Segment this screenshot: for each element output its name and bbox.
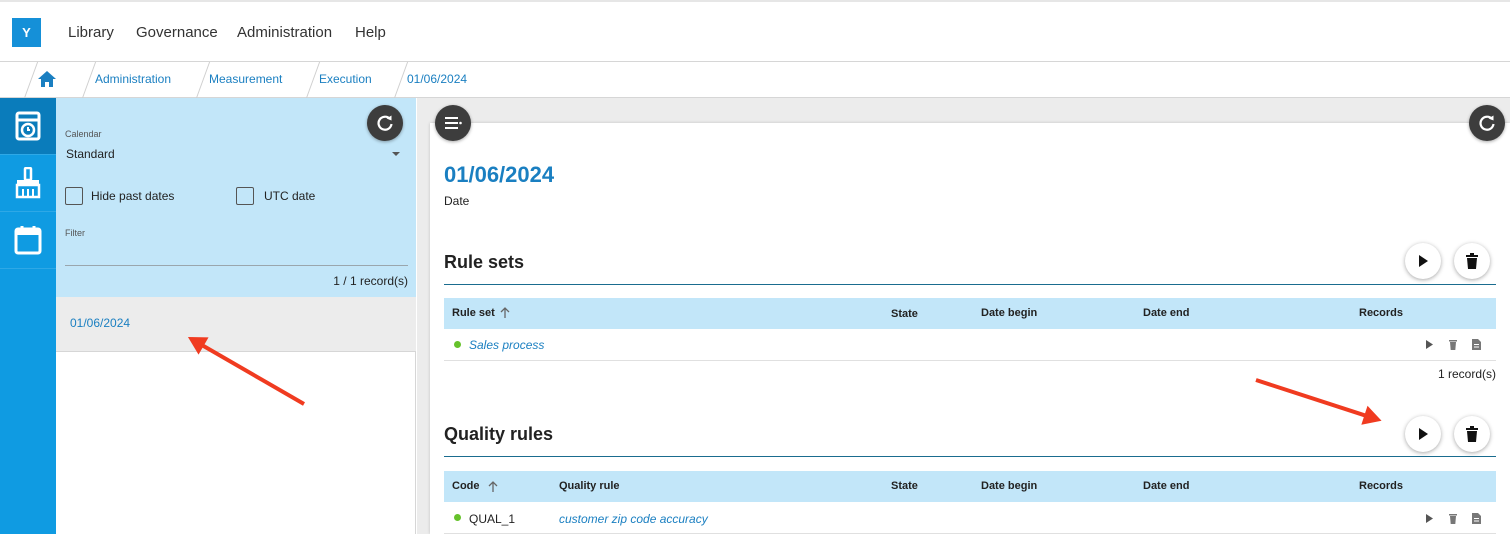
calendar-select[interactable]: Standard	[66, 147, 115, 161]
rail-calendar[interactable]	[0, 212, 56, 269]
date-list-panel: Calendar Standard Hide past dates UTC da…	[56, 98, 416, 534]
run-rule-sets-button[interactable]	[1405, 243, 1441, 279]
column-date-end[interactable]: Date end	[1143, 480, 1189, 492]
calendar-icon	[14, 226, 42, 255]
rail-cleanup[interactable]	[0, 155, 56, 212]
play-icon	[1419, 255, 1428, 267]
rule-sets-record-count: 1 record(s)	[1437, 367, 1496, 381]
breadcrumb-administration[interactable]: Administration	[95, 72, 171, 86]
trash-icon	[1449, 340, 1457, 350]
delete-rule-sets-button[interactable]	[1454, 243, 1490, 279]
column-code[interactable]: Code	[452, 480, 480, 492]
column-quality-rule[interactable]: Quality rule	[559, 480, 620, 492]
delete-quality-rules-button[interactable]	[1454, 416, 1490, 452]
page-title: 01/06/2024	[444, 162, 555, 187]
status-dot	[454, 514, 461, 521]
column-date-begin[interactable]: Date begin	[981, 480, 1037, 492]
column-records[interactable]: Records	[1359, 480, 1403, 492]
play-icon	[1426, 340, 1433, 349]
nav-administration[interactable]: Administration	[237, 24, 332, 41]
utc-date-checkbox[interactable]	[236, 187, 254, 205]
breadcrumb-execution[interactable]: Execution	[319, 72, 372, 86]
breadcrumb-measurement[interactable]: Measurement	[209, 72, 282, 86]
quality-rules-heading: Quality rules	[444, 424, 554, 444]
hide-past-dates-checkbox[interactable]	[65, 187, 83, 205]
broom-icon	[15, 167, 41, 199]
play-icon	[1426, 514, 1433, 523]
filter-area: Calendar Standard Hide past dates UTC da…	[56, 98, 416, 297]
menu-button[interactable]	[435, 105, 471, 141]
document-icon	[1472, 513, 1481, 524]
trash-icon	[1466, 426, 1478, 442]
hide-past-dates-label: Hide past dates	[91, 189, 175, 203]
column-records[interactable]: Records	[1359, 307, 1403, 319]
row-delete-button[interactable]	[1449, 513, 1457, 524]
row-run-button[interactable]	[1426, 514, 1433, 523]
column-state[interactable]: State	[891, 480, 918, 492]
calendar-label: Calendar	[65, 129, 102, 139]
breadcrumb-separator	[196, 62, 211, 98]
top-navigation-bar: Y Library Governance Administration Help	[0, 0, 1510, 62]
trash-icon	[1466, 253, 1478, 269]
row-document-button[interactable]	[1472, 339, 1481, 350]
utc-date-label: UTC date	[264, 189, 316, 203]
app-logo[interactable]: Y	[12, 18, 41, 47]
list-refresh-button[interactable]	[367, 105, 403, 141]
play-icon	[1419, 428, 1428, 440]
row-run-button[interactable]	[1426, 340, 1433, 349]
filter-label: Filter	[65, 228, 85, 238]
record-count: 1 / 1 record(s)	[333, 274, 408, 288]
quality-rule-link[interactable]: customer zip code accuracy	[559, 512, 708, 526]
run-quality-rules-button[interactable]	[1405, 416, 1441, 452]
breadcrumb-separator	[82, 62, 97, 98]
rule-set-link[interactable]: Sales process	[469, 338, 544, 352]
breadcrumb-separator	[306, 62, 321, 98]
section-divider	[444, 284, 1496, 285]
document-icon	[1472, 339, 1481, 350]
rule-sets-table-header: Rule set State Date begin Date end Recor…	[444, 298, 1496, 329]
column-date-end[interactable]: Date end	[1143, 307, 1189, 319]
breadcrumb: Administration Measurement Execution 01/…	[0, 62, 1510, 98]
trash-icon	[1449, 514, 1457, 524]
quality-rules-table-header: Code Quality rule State Date begin Date …	[444, 471, 1496, 502]
page-subtitle: Date	[444, 194, 470, 208]
list-item-date[interactable]: 01/06/2024	[70, 316, 130, 330]
breadcrumb-current-date[interactable]: 01/06/2024	[407, 72, 467, 86]
filter-input[interactable]	[65, 265, 408, 266]
refresh-icon	[377, 115, 393, 131]
scheduler-icon	[15, 111, 41, 141]
table-row[interactable]: QUAL_1 customer zip code accuracy	[444, 502, 1496, 534]
row-delete-button[interactable]	[1449, 339, 1457, 350]
row-document-button[interactable]	[1472, 513, 1481, 524]
rule-sets-heading: Rule sets	[444, 252, 525, 272]
breadcrumb-separator	[24, 62, 39, 98]
nav-help[interactable]: Help	[355, 24, 386, 41]
column-rule-set[interactable]: Rule set	[452, 307, 495, 319]
home-icon[interactable]	[37, 70, 57, 93]
table-row[interactable]: Sales process	[444, 329, 1496, 361]
nav-library[interactable]: Library	[68, 24, 114, 41]
rail-scheduler[interactable]	[0, 98, 56, 155]
refresh-icon	[1479, 115, 1495, 131]
nav-governance[interactable]: Governance	[136, 24, 218, 41]
list-item[interactable]: 01/06/2024	[56, 297, 416, 352]
column-date-begin[interactable]: Date begin	[981, 307, 1037, 319]
status-dot	[454, 341, 461, 348]
dropdown-arrow-icon[interactable]	[392, 152, 400, 156]
section-divider	[444, 456, 1496, 457]
menu-icon	[445, 117, 462, 129]
sort-arrow-up-icon[interactable]	[500, 306, 510, 324]
breadcrumb-separator	[394, 62, 409, 98]
column-state[interactable]: State	[891, 308, 918, 320]
quality-rule-code: QUAL_1	[469, 512, 516, 526]
sort-arrow-up-icon[interactable]	[488, 480, 498, 498]
detail-refresh-button[interactable]	[1469, 105, 1505, 141]
side-rail	[0, 98, 56, 534]
